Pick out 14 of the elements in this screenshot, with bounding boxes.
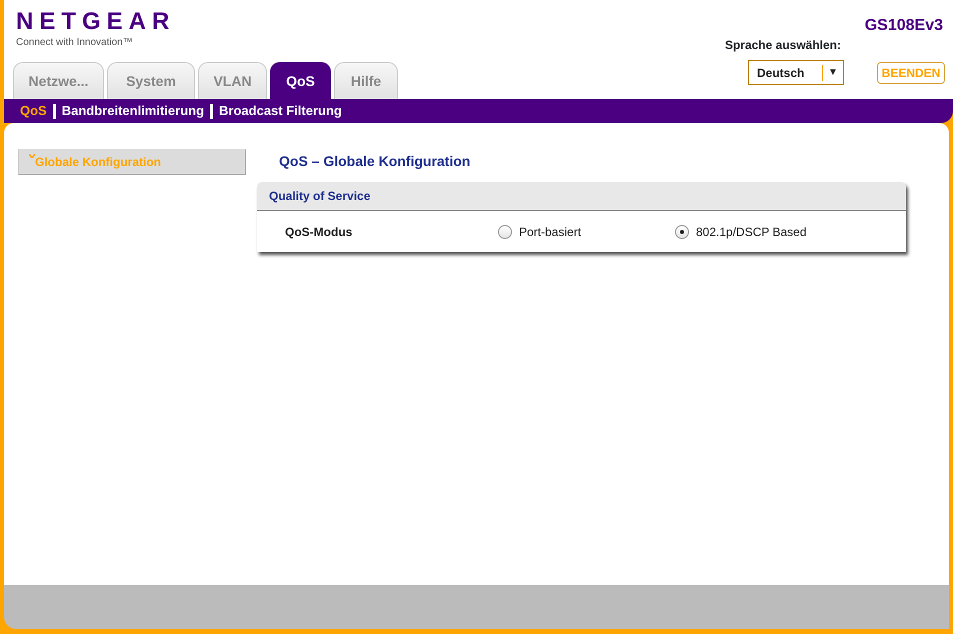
field-label: QoS-Modus xyxy=(284,224,354,240)
tagline: Connect with Innovation™ xyxy=(16,36,133,50)
subnav-link[interactable]: Broadcast Filterung xyxy=(219,101,342,121)
subnav-link[interactable]: QoS xyxy=(20,101,47,121)
radio-label[interactable]: 802.1p/DSCP Based xyxy=(696,222,807,240)
panel-title: Quality of Service xyxy=(257,182,906,211)
radio-label[interactable]: Port-basiert xyxy=(519,222,582,240)
subnav-link[interactable]: Bandbreitenlimitierung xyxy=(62,101,204,121)
logo: NETGEAR xyxy=(16,10,176,34)
language-select[interactable]: Deutsch ▼ xyxy=(748,60,844,85)
nav-tab[interactable]: QoS xyxy=(270,62,331,99)
model-name: GS108Ev3 xyxy=(864,16,943,36)
page-title: QoS – Globale Konfiguration xyxy=(279,152,472,171)
language-label: Sprache auswählen: xyxy=(724,37,841,54)
